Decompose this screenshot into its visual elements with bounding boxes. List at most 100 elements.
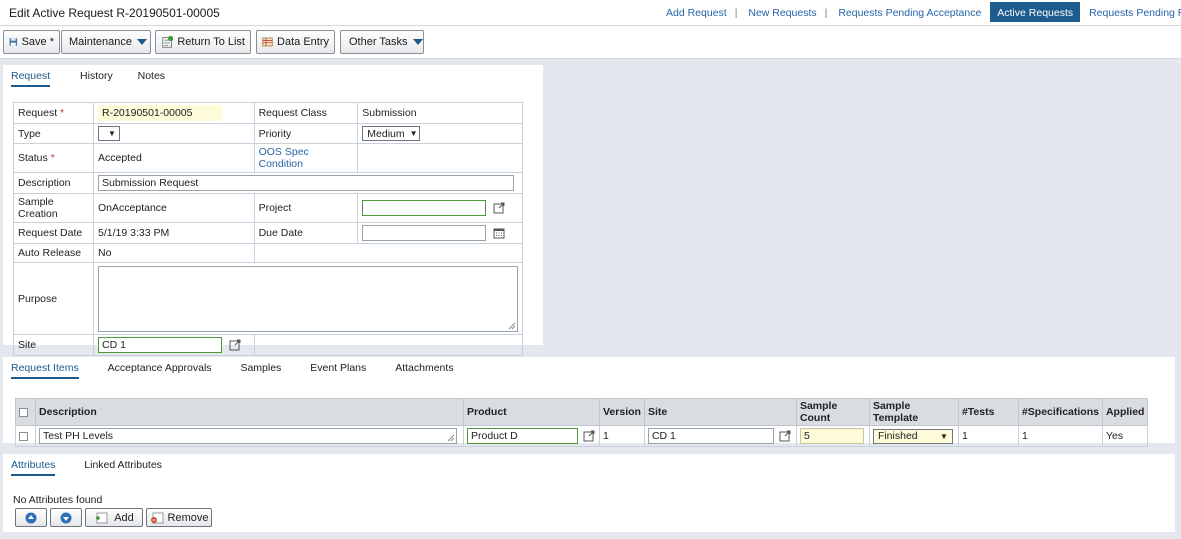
remove-attribute-button[interactable]: Remove: [146, 508, 212, 527]
tab-notes[interactable]: Notes: [138, 65, 165, 87]
column-header[interactable]: Site: [643, 398, 797, 426]
tab-linked-attributes[interactable]: Linked Attributes: [84, 454, 162, 476]
column-header[interactable]: #Tests: [957, 398, 1019, 426]
table-row[interactable]: Test PH Levels Product D 1 CD 1 5 Finish…: [15, 425, 1149, 447]
specifications-cell: 1: [1017, 425, 1103, 447]
save-label: Save *: [21, 36, 54, 48]
column-header[interactable]: Version: [599, 398, 645, 426]
status-value: Accepted: [98, 152, 142, 164]
nav-link-requests-pending-release[interactable]: Requests Pending Releas: [1083, 0, 1181, 22]
item-site-field[interactable]: CD 1: [647, 428, 774, 444]
request-value-cell: R-20190501-00005: [93, 102, 255, 124]
site-field[interactable]: CD 1: [98, 337, 222, 353]
item-description-text: Test PH Levels: [43, 430, 114, 442]
return-to-list-button[interactable]: Return To List: [155, 30, 251, 54]
open-external-icon[interactable]: [493, 202, 505, 214]
data-entry-button[interactable]: Data Entry: [256, 30, 335, 54]
request-label-cell: Request *: [13, 102, 94, 124]
type-select[interactable]: ▼: [98, 126, 120, 141]
sample-count-field[interactable]: 5: [799, 428, 864, 444]
sample-template-cell: Finished ▼: [868, 425, 959, 447]
select-all-header: [15, 398, 36, 426]
column-header[interactable]: Sample Count: [795, 398, 870, 426]
add-attribute-button[interactable]: Add: [85, 508, 143, 527]
nav-link-active-requests[interactable]: Active Requests: [990, 2, 1081, 22]
tests-cell: 1: [957, 425, 1019, 447]
auto-release-value: No: [98, 247, 112, 259]
priority-select[interactable]: Medium ▼: [362, 126, 421, 141]
move-down-button[interactable]: [50, 508, 82, 527]
sample-count-cell: 5: [795, 425, 870, 447]
request-items-table: Description Product Version Site Sample …: [15, 398, 1149, 447]
site-value-cell: CD 1: [93, 334, 255, 356]
project-value-cell: [357, 193, 523, 223]
tab-samples[interactable]: Samples: [240, 357, 281, 379]
project-label: Project: [258, 202, 292, 214]
product-field[interactable]: Product D: [467, 428, 578, 444]
request-form: Request * R-20190501-00005 Request Class…: [13, 102, 524, 356]
other-tasks-menu-button[interactable]: Other Tasks: [340, 30, 424, 54]
open-external-icon[interactable]: [779, 430, 791, 442]
arrow-up-icon: [25, 512, 37, 523]
header-bar: Edit Active Request R-20190501-00005 Add…: [0, 0, 1181, 26]
column-header[interactable]: Applied: [1101, 398, 1149, 426]
page-title: Edit Active Request R-20190501-00005: [9, 6, 220, 20]
nav-separator: |: [824, 7, 828, 19]
nav-link-new-requests[interactable]: New Requests: [742, 0, 822, 22]
site-empty-cell: [253, 334, 524, 356]
request-panel: Request History Notes Request * R-201905…: [3, 65, 543, 356]
tab-history[interactable]: History: [80, 65, 113, 87]
status-label: Status: [18, 152, 48, 164]
nav-link-requests-pending-acceptance[interactable]: Requests Pending Acceptance: [832, 0, 987, 22]
other-tasks-label: Other Tasks: [349, 36, 408, 48]
save-icon: [9, 38, 17, 46]
chevron-down-icon: [412, 39, 423, 45]
request-class-label: Request Class: [258, 107, 327, 119]
purpose-label: Purpose: [18, 292, 58, 305]
column-header[interactable]: Sample Template: [868, 398, 959, 426]
tab-request-items[interactable]: Request Items: [11, 357, 79, 379]
sample-template-select[interactable]: Finished ▼: [872, 428, 953, 444]
tab-acceptance-approvals[interactable]: Acceptance Approvals: [108, 357, 212, 379]
column-header[interactable]: Product: [463, 398, 600, 426]
nav-link-add-request[interactable]: Add Request: [660, 0, 733, 22]
open-external-icon[interactable]: [229, 339, 241, 351]
column-header[interactable]: Description: [35, 398, 464, 426]
resize-handle-icon[interactable]: [508, 322, 516, 330]
column-header[interactable]: #Specifications: [1017, 398, 1103, 426]
purpose-label-cell: Purpose: [13, 262, 94, 335]
save-button[interactable]: Save *: [3, 30, 60, 54]
description-field[interactable]: Submission Request: [98, 175, 514, 191]
description-cell: Test PH Levels: [35, 425, 464, 447]
type-value-cell: ▼: [93, 123, 255, 144]
oos-spec-condition-link[interactable]: OOS Spec Condition: [259, 146, 309, 170]
toolbar: Save * Maintenance Return To List Data E…: [0, 26, 1181, 59]
status-value-cell: Accepted: [93, 143, 255, 173]
open-external-icon[interactable]: [583, 430, 595, 442]
move-up-button[interactable]: [15, 508, 47, 527]
maintenance-menu-button[interactable]: Maintenance: [61, 30, 151, 54]
request-tabs: Request History Notes: [3, 65, 177, 87]
tab-attachments[interactable]: Attachments: [395, 357, 453, 379]
auto-release-value-cell: No: [93, 243, 255, 263]
project-field[interactable]: [362, 200, 487, 216]
priority-value-cell: Medium ▼: [357, 123, 523, 144]
tab-request[interactable]: Request: [11, 65, 51, 87]
description-label: Description: [18, 177, 71, 189]
tab-attributes[interactable]: Attributes: [11, 454, 56, 476]
calendar-icon[interactable]: [493, 227, 505, 239]
item-description-field[interactable]: Test PH Levels: [39, 428, 457, 444]
row-checkbox[interactable]: [19, 431, 28, 441]
purpose-textarea[interactable]: [98, 265, 518, 332]
select-all-checkbox[interactable]: [19, 407, 28, 417]
request-class-value-cell: Submission: [357, 102, 523, 124]
request-date-label: Request Date: [18, 227, 83, 239]
tab-event-plans[interactable]: Event Plans: [310, 357, 366, 379]
chevron-down-icon: [137, 39, 147, 45]
resize-handle-icon[interactable]: [447, 434, 455, 442]
top-nav: Add Request | New Requests | Requests Pend…: [660, 0, 1181, 26]
nav-separator: |: [734, 7, 738, 19]
due-date-field[interactable]: [362, 225, 487, 241]
sample-creation-value: OnAcceptance: [98, 202, 167, 214]
description-value-cell: Submission Request: [93, 172, 523, 194]
